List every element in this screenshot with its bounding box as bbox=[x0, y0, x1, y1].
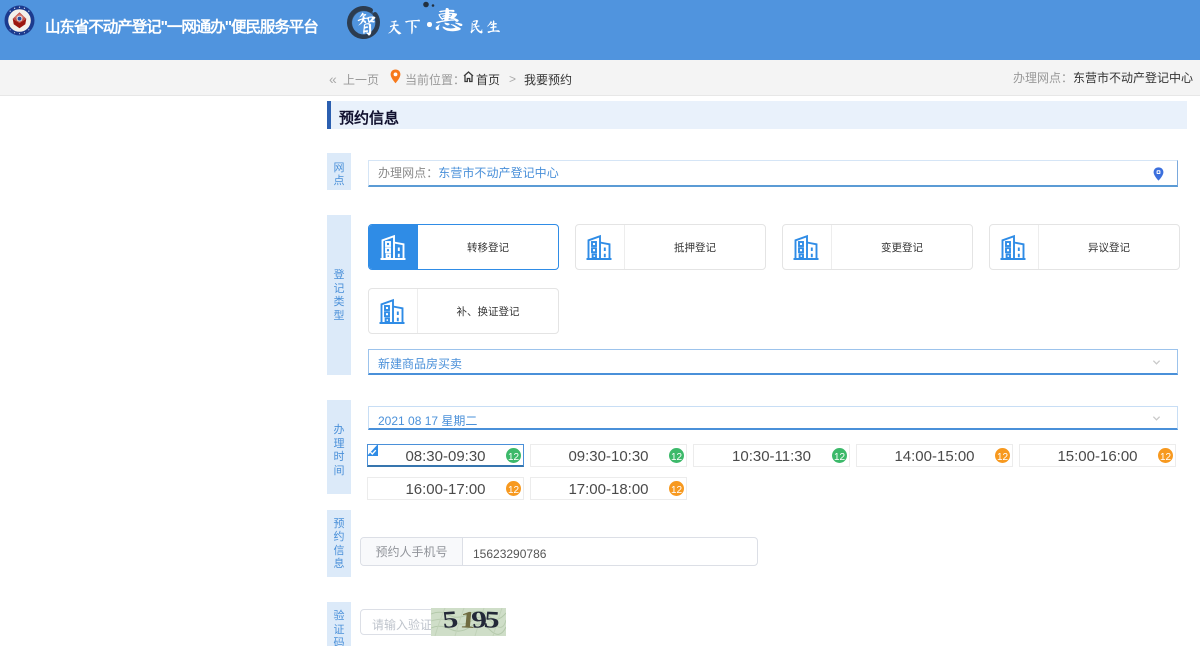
svg-text:5: 5 bbox=[441, 608, 460, 634]
svg-text:5: 5 bbox=[483, 608, 501, 634]
